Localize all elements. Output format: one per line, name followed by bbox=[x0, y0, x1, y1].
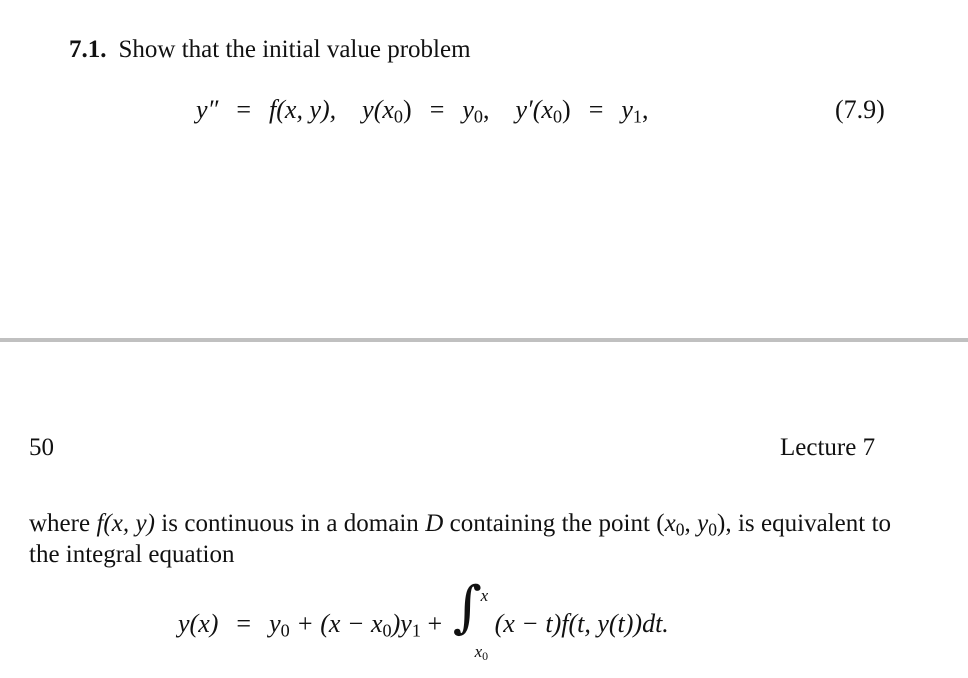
eq-lhs-2-main: y(x bbox=[362, 95, 394, 124]
int-eq-term2-sub: 0 bbox=[382, 620, 392, 641]
eq-lhs-3: y′(x0) bbox=[515, 95, 571, 127]
eq-rhs-2-comma: , bbox=[483, 95, 490, 124]
eq-rhs-3: y1, bbox=[621, 95, 649, 127]
eq-rhs-1: f(x, y), bbox=[269, 95, 337, 124]
eq-lhs-1: y″ bbox=[196, 95, 219, 124]
math-domain-d: D bbox=[425, 510, 444, 537]
eq-rhs-3-main: y bbox=[621, 95, 633, 124]
page-separator bbox=[0, 338, 968, 342]
integral-equation: y(x) = y0 + (x − x0)y1 + ∫ x x0 (x − t)f(t… bbox=[178, 580, 669, 662]
integral: ∫ x x0 bbox=[449, 580, 495, 662]
integral-lower-limit: x0 bbox=[475, 642, 489, 662]
eq-rhs-2-sub: 0 bbox=[473, 106, 483, 127]
int-eq-term2: + (x − x bbox=[289, 608, 383, 638]
exercise-statement: 7.1. Show that the initial value problem bbox=[69, 36, 471, 64]
equals-sign: = bbox=[236, 608, 252, 638]
math-x0: x bbox=[664, 510, 676, 537]
int-eq-term2-close: )y bbox=[391, 608, 412, 638]
eq-rhs-3-comma: , bbox=[642, 95, 649, 124]
int-eq-term1-sub: 0 bbox=[280, 620, 290, 641]
eq-lhs-3-main: y′(x bbox=[515, 95, 553, 124]
eq-lhs-2-close: ) bbox=[403, 95, 412, 124]
paragraph-text: where bbox=[29, 510, 97, 537]
int-eq-term2-ysub: 1 bbox=[411, 620, 421, 641]
eq-lhs-3-close: ) bbox=[562, 95, 571, 124]
integral-upper-limit: x bbox=[480, 586, 489, 605]
integral-lower-limit-sub: 0 bbox=[482, 648, 489, 663]
math-f-x-y: f(x, y) bbox=[96, 510, 155, 537]
page-number: 50 bbox=[29, 434, 54, 461]
paragraph-text: , bbox=[684, 510, 698, 537]
eq-lhs-3-sub: 0 bbox=[552, 106, 563, 127]
equation-7-9: y″ = f(x, y), y(x0) = y0, y′(x0) = y1, bbox=[196, 95, 896, 127]
integral-sign-icon: ∫ bbox=[452, 575, 482, 640]
int-eq-plus: + bbox=[420, 608, 443, 638]
equals-sign: = bbox=[236, 95, 252, 124]
eq-lhs-2: y(x0) bbox=[362, 95, 412, 127]
running-header: Lecture 7 bbox=[780, 434, 876, 461]
exercise-number: 7.1. bbox=[69, 36, 107, 63]
math-x0-sub: 0 bbox=[675, 519, 685, 540]
integrand: (x − t)f(t, y(t))dt. bbox=[494, 608, 669, 638]
paragraph-text: is continuous in a domain bbox=[154, 510, 426, 537]
equals-sign: = bbox=[429, 95, 445, 124]
int-eq-lhs: y(x) bbox=[178, 608, 219, 638]
int-eq-term1: y bbox=[269, 608, 281, 638]
eq-lhs-2-sub: 0 bbox=[393, 106, 404, 127]
eq-rhs-3-sub: 1 bbox=[632, 106, 643, 127]
eq-rhs-2: y0, bbox=[462, 95, 490, 127]
paragraph-text: containing the point ( bbox=[443, 510, 665, 537]
exercise-text: Show that the initial value problem bbox=[118, 36, 471, 63]
math-y0-sub: 0 bbox=[708, 519, 718, 540]
body-paragraph: where f(x, y) is continuous in a domain … bbox=[29, 508, 891, 570]
eq-rhs-2-main: y bbox=[462, 95, 474, 124]
math-y0: y bbox=[697, 510, 709, 537]
equation-number-label: (7.9) bbox=[835, 95, 885, 124]
equals-sign: = bbox=[588, 95, 604, 124]
